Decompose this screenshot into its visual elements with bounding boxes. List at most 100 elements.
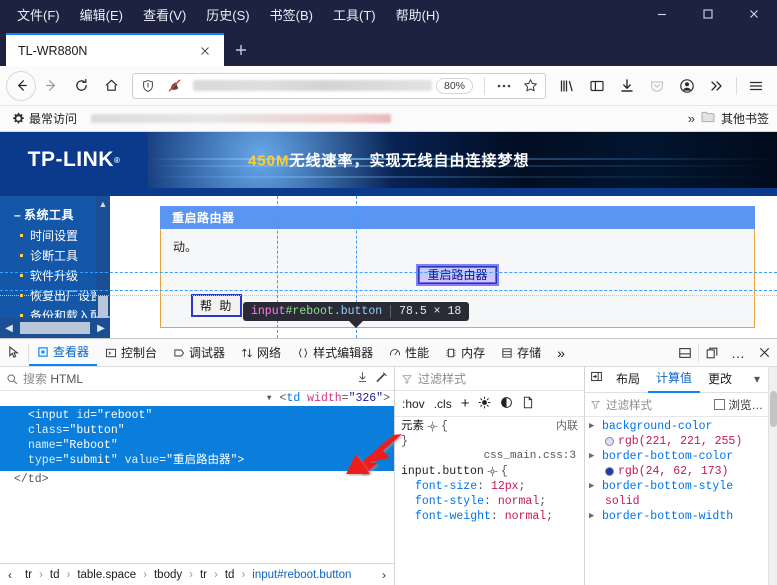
expand-twisty-icon[interactable]: ▶: [589, 419, 598, 434]
close-button[interactable]: [731, 0, 777, 28]
sidebar-group-system-tools[interactable]: – 系统工具: [0, 204, 110, 226]
computed-prop-row[interactable]: ▶ border-bottom-color: [585, 449, 768, 464]
separate-window-icon[interactable]: [699, 339, 725, 366]
breadcrumb-item-tr-1[interactable]: tr: [21, 568, 36, 582]
dark-scheme-icon[interactable]: [500, 396, 513, 412]
maximize-button[interactable]: [685, 0, 731, 28]
shield-icon[interactable]: [137, 75, 159, 97]
markup-closing-line[interactable]: </td>: [0, 471, 394, 488]
collapse-icon[interactable]: –: [14, 208, 24, 222]
expand-twisty-icon[interactable]: ▶: [589, 449, 598, 464]
rule-target-icon-2[interactable]: [487, 466, 498, 477]
dock-layout-icon[interactable]: [672, 339, 698, 366]
account-icon[interactable]: [672, 71, 702, 101]
tab-performance[interactable]: 性能: [381, 339, 437, 366]
downloads-icon[interactable]: [612, 71, 642, 101]
computed-prop-row[interactable]: ▶ background-color: [585, 419, 768, 434]
tab-style-editor[interactable]: 样式编辑器: [289, 339, 381, 366]
tab-console[interactable]: 控制台: [97, 339, 165, 366]
scroll-left-icon[interactable]: ◀: [0, 320, 18, 336]
bookmark-star-icon[interactable]: [519, 75, 541, 97]
bookmark-other-bookmarks-label[interactable]: 其他书签: [721, 110, 769, 127]
tab-inspector[interactable]: 查看器: [29, 339, 98, 366]
forward-button-icon[interactable]: [36, 71, 66, 101]
computed-scrollbar[interactable]: [768, 367, 777, 585]
page-actions-ellipsis-icon[interactable]: [493, 75, 515, 97]
add-node-icon[interactable]: [356, 371, 369, 387]
back-button-icon[interactable]: [6, 70, 36, 101]
menu-item-history[interactable]: 历史(S): [197, 2, 258, 27]
sidebar-item-firmware-upgrade[interactable]: 软件升级: [0, 266, 110, 286]
minimize-button[interactable]: [639, 0, 685, 28]
input-button-rule-header[interactable]: input.button {: [395, 464, 584, 479]
color-swatch[interactable]: [605, 467, 614, 476]
computed-filter-row[interactable]: 过滤样式 浏览…: [585, 393, 768, 417]
pseudo-class-button[interactable]: :hov: [402, 397, 425, 411]
hscrollbar-thumb[interactable]: [20, 322, 90, 334]
breadcrumb-item-tbody[interactable]: tbody: [150, 568, 186, 582]
markup-search-input[interactable]: 搜索 HTML: [23, 370, 83, 387]
element-picker-icon[interactable]: [0, 339, 28, 366]
new-tab-button[interactable]: [224, 33, 258, 66]
toolbar-overflow-icon[interactable]: [702, 71, 732, 101]
menu-item-edit[interactable]: 编辑(E): [71, 2, 132, 27]
sidebar-item-diagnostics[interactable]: 诊断工具: [0, 246, 110, 266]
reload-button-icon[interactable]: [66, 71, 96, 101]
scrollbar-thumb[interactable]: [770, 391, 777, 427]
add-rule-button[interactable]: +: [461, 395, 470, 412]
breadcrumb-item-tr-2[interactable]: tr: [196, 568, 211, 582]
tracking-protection-off-icon[interactable]: [163, 75, 185, 97]
zoom-level-badge[interactable]: 80%: [435, 77, 473, 94]
scroll-up-icon[interactable]: ▲: [96, 196, 110, 212]
class-toggle-button[interactable]: .cls: [434, 397, 452, 411]
breadcrumb-item-table-space[interactable]: table.space: [73, 568, 140, 582]
url-bar[interactable]: 80%: [132, 72, 546, 99]
breadcrumb-item-td-1[interactable]: td: [46, 568, 64, 582]
app-menu-icon[interactable]: [741, 71, 771, 101]
expand-twisty-icon[interactable]: ▶: [589, 509, 598, 524]
color-swatch[interactable]: [605, 437, 614, 446]
markup-tree[interactable]: ▾ <td width="326"> <input id="reboot" cl…: [0, 391, 394, 563]
bookmarks-overflow-icon[interactable]: »: [688, 111, 695, 126]
expand-pane-icon[interactable]: [585, 367, 608, 392]
element-rule-header[interactable]: 元素 { 内联: [395, 419, 584, 434]
help-button[interactable]: 帮 助: [191, 294, 243, 317]
menu-item-tools[interactable]: 工具(T): [324, 2, 385, 27]
computed-tabs-overflow[interactable]: ▾: [746, 367, 768, 392]
menu-item-bookmarks[interactable]: 书签(B): [261, 2, 322, 27]
declaration-font-style[interactable]: font-style: normal;: [395, 494, 584, 509]
markup-selected-node[interactable]: <input id="reboot" class="button" name="…: [0, 406, 394, 471]
declaration-font-size[interactable]: font-size: 12px;: [395, 479, 584, 494]
tab-changes[interactable]: 更改: [700, 367, 740, 392]
sidebar-item-time-settings[interactable]: 时间设置: [0, 226, 110, 246]
tab-computed[interactable]: 计算值: [648, 366, 701, 393]
reboot-button[interactable]: 重启路由器: [416, 264, 499, 286]
bookmark-most-visited[interactable]: 最常访问: [8, 108, 81, 129]
tab-debugger[interactable]: 调试器: [165, 339, 233, 366]
menu-item-view[interactable]: 查看(V): [134, 2, 195, 27]
pocket-icon[interactable]: [642, 71, 672, 101]
browser-styles-checkbox[interactable]: [713, 399, 725, 410]
tab-storage[interactable]: 存储: [493, 339, 549, 366]
sidebar-vertical-scrollbar[interactable]: ▲ ▼: [96, 196, 110, 338]
breadcrumb-item-input-reboot[interactable]: input#reboot.button: [248, 568, 355, 582]
browser-styles-toggle[interactable]: 浏览…: [713, 397, 763, 413]
menu-item-file[interactable]: 文件(F): [8, 2, 69, 27]
devtools-tabs-overflow[interactable]: »: [549, 339, 573, 366]
rule-source-link[interactable]: css_main.css:3: [395, 449, 584, 464]
rules-filter-row[interactable]: 过滤样式: [395, 367, 584, 391]
menu-item-help[interactable]: 帮助(H): [387, 2, 449, 27]
computed-prop-row[interactable]: ▶ border-bottom-style: [585, 479, 768, 494]
print-media-icon[interactable]: [522, 396, 534, 412]
sidebar-item-factory-reset[interactable]: 恢复出厂设置: [0, 286, 110, 306]
light-scheme-icon[interactable]: [478, 395, 491, 412]
rule-target-icon[interactable]: [427, 421, 438, 432]
breadcrumb-item-td-2[interactable]: td: [221, 568, 239, 582]
eyedropper-icon[interactable]: [375, 371, 388, 387]
scroll-right-icon[interactable]: ▶: [92, 320, 110, 336]
devtools-close-icon[interactable]: [751, 339, 777, 366]
computed-prop-row[interactable]: ▶ border-bottom-width: [585, 509, 768, 524]
tab-close-icon[interactable]: [194, 40, 216, 62]
expand-twisty-icon[interactable]: ▶: [589, 479, 598, 494]
rules-content[interactable]: 元素 { 内联 } css_main.css:3 input.button {: [395, 417, 584, 585]
